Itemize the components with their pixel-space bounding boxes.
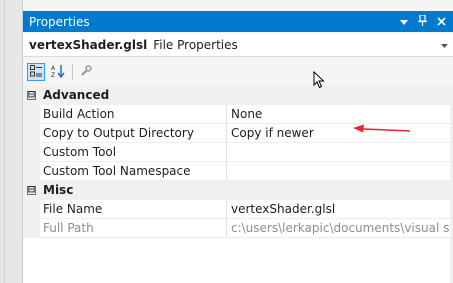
svg-text:A: A	[51, 65, 56, 72]
property-value[interactable]: vertexShader.glsl	[227, 200, 453, 219]
property-grid: ⊟ Advanced Build Action None Copy to Out…	[23, 86, 453, 283]
property-pages-button[interactable]	[77, 63, 95, 81]
property-name: Full Path	[40, 219, 227, 238]
category-label: Advanced	[43, 88, 110, 102]
object-file-name: vertexShader.glsl	[29, 38, 148, 52]
property-row[interactable]: Build Action None	[23, 105, 453, 124]
mouse-cursor-icon	[313, 70, 325, 92]
collapse-icon[interactable]: ⊟	[23, 181, 40, 200]
property-row[interactable]: File Name vertexShader.glsl	[23, 200, 453, 219]
properties-panel: Properties vertexShader.glsl File Proper…	[22, 0, 453, 283]
alphabetical-button[interactable]: A Z	[49, 63, 67, 81]
category-label: Misc	[43, 183, 74, 197]
property-name: Copy to Output Directory	[40, 124, 227, 143]
alphabetical-icon: A Z	[51, 64, 65, 81]
property-name: Custom Tool	[40, 143, 227, 162]
close-icon[interactable]	[437, 16, 446, 28]
property-value[interactable]: None	[227, 105, 453, 124]
property-name: File Name	[40, 200, 227, 219]
panel-titlebar[interactable]: Properties	[23, 11, 453, 32]
collapse-icon[interactable]: ⊟	[23, 86, 40, 105]
property-name: Build Action	[40, 105, 227, 124]
panel-title: Properties	[29, 14, 90, 29]
property-value[interactable]	[227, 162, 453, 181]
property-row[interactable]: Custom Tool	[23, 143, 453, 162]
object-type: File Properties	[153, 38, 238, 52]
pin-icon[interactable]	[418, 14, 427, 28]
category-advanced[interactable]: ⊟ Advanced	[23, 86, 453, 105]
annotation-arrow-icon	[353, 123, 411, 138]
chevron-down-icon[interactable]	[441, 41, 448, 50]
property-row[interactable]: Custom Tool Namespace	[23, 162, 453, 181]
categorized-icon	[30, 64, 42, 80]
wrench-icon	[80, 64, 92, 80]
property-value[interactable]: c:\users\lerkapic\documents\visual stud	[227, 219, 453, 238]
property-name: Custom Tool Namespace	[40, 162, 227, 181]
object-selector[interactable]: vertexShader.glsl File Properties	[23, 34, 453, 57]
property-row[interactable]: Full Path c:\users\lerkapic\documents\vi…	[23, 219, 453, 238]
property-value[interactable]	[227, 143, 453, 162]
dropdown-icon[interactable]	[400, 16, 408, 28]
titlebar-icons	[400, 14, 446, 28]
property-value[interactable]: Copy if newer	[227, 124, 453, 143]
category-misc[interactable]: ⊟ Misc	[23, 181, 453, 200]
properties-toolbar: A Z	[23, 60, 453, 84]
categorized-button[interactable]	[27, 63, 45, 81]
window-edge	[4, 0, 5, 283]
svg-text:Z: Z	[51, 72, 55, 78]
toolbar-separator	[72, 64, 73, 80]
